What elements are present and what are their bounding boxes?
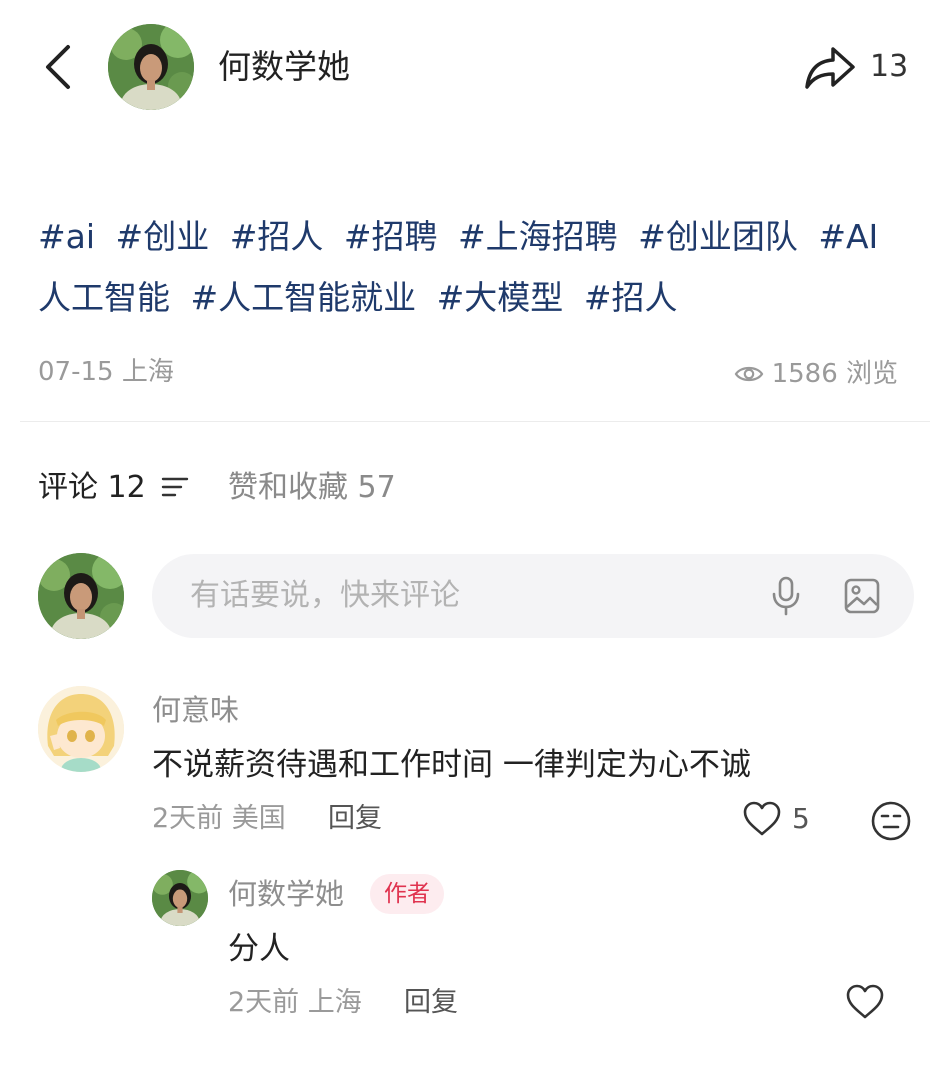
commenter-avatar[interactable] (38, 686, 124, 772)
like-count: 5 (792, 802, 810, 835)
reply-author-avatar[interactable] (152, 870, 208, 926)
hashtag[interactable]: #大模型 (437, 278, 564, 317)
image-upload-button[interactable] (840, 574, 884, 618)
eye-icon (734, 366, 763, 382)
heart-icon (846, 984, 884, 1019)
author-name[interactable]: 何数学她 (218, 45, 350, 89)
microphone-icon (772, 576, 800, 616)
hashtag[interactable]: #招人 (230, 217, 324, 256)
hashtag[interactable]: #招聘 (344, 217, 438, 256)
tab-comments[interactable]: 评论 12 (38, 466, 189, 510)
back-chevron-icon (46, 45, 70, 89)
reply-time-location: 2天前 上海 (228, 987, 362, 1018)
reply-button[interactable]: 回复 (328, 799, 382, 839)
emoji-reaction-button[interactable] (869, 799, 913, 843)
commenter-name[interactable]: 何意味 (152, 690, 239, 730)
voice-input-button[interactable] (764, 574, 808, 618)
sort-filter-icon[interactable] (161, 476, 189, 498)
comment-text: 不说薪资待遇和工作时间 一律判定为心不诚 (152, 747, 751, 783)
hashtag[interactable]: #ai (38, 217, 95, 256)
current-user-avatar (38, 553, 124, 639)
hashtag[interactable]: #创业团队 (638, 217, 798, 256)
view-count-label: 1586 浏览 (771, 359, 898, 389)
post-date-location: 07-15 上海 (38, 357, 174, 387)
reply-author-name[interactable]: 何数学她 (228, 874, 344, 914)
reply-button[interactable]: 回复 (404, 983, 458, 1023)
image-icon (844, 578, 880, 614)
comment-time-location: 2天前 美国 (152, 803, 286, 834)
neutral-face-icon (871, 801, 911, 841)
share-arrow-icon (805, 47, 855, 89)
comment-input[interactable]: 有话要说，快来评论 (152, 554, 914, 638)
reply-text: 分人 (228, 931, 290, 967)
heart-icon (743, 801, 781, 836)
view-count: 1586 浏览 (734, 354, 898, 394)
share-button[interactable] (800, 40, 860, 94)
hashtag[interactable]: #创业 (116, 217, 210, 256)
author-avatar[interactable] (108, 24, 194, 110)
tab-likes-collects[interactable]: 赞和收藏 57 (228, 466, 396, 510)
hashtag-list: #ai #创业 #招人 #招聘 #上海招聘 #创业团队 #AI人工智能 #人工智… (38, 206, 908, 328)
tab-comments-label: 评论 12 (38, 470, 146, 505)
hashtag[interactable]: #人工智能就业 (191, 278, 417, 317)
author-badge: 作者 (370, 874, 444, 914)
hashtag[interactable]: #上海招聘 (458, 217, 618, 256)
comment-input-placeholder: 有话要说，快来评论 (190, 578, 460, 613)
hashtag[interactable]: #招人 (584, 278, 678, 317)
top-bar: 何数学她 13 (0, 0, 950, 135)
comment-like-button[interactable]: 5 (742, 799, 810, 839)
reply-like-button[interactable] (845, 984, 885, 1020)
divider (20, 421, 930, 422)
share-count: 13 (870, 49, 909, 84)
back-button[interactable] (38, 38, 78, 96)
